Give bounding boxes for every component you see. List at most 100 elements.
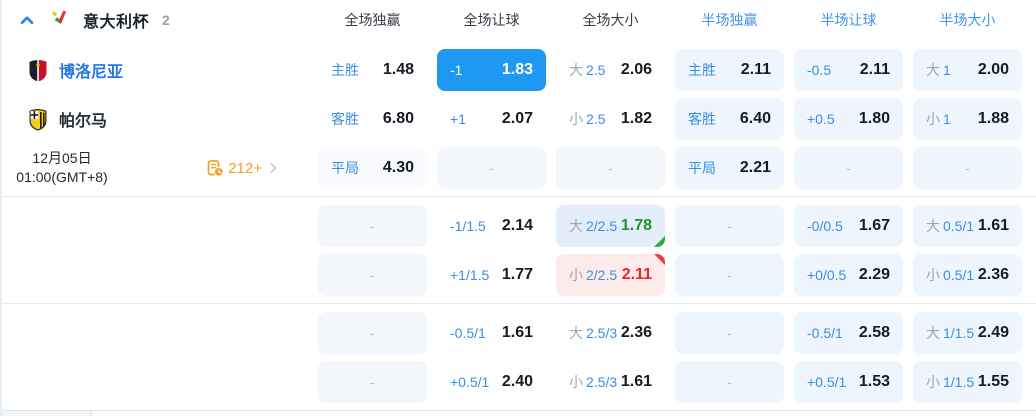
- odds-cell[interactable]: 大 2.5/3 2.36: [556, 312, 665, 354]
- odds-table: 意大利杯 2 全场独赢 全场让球 全场大小 半场独赢 半场让球 半场大小 博洛尼…: [0, 0, 1036, 416]
- odds-cell[interactable]: -0.5/1 1.61: [437, 312, 546, 354]
- odds-cell[interactable]: 大 1 2.00: [913, 49, 1022, 91]
- home-team-name: 博洛尼亚: [59, 64, 124, 81]
- odds-cell[interactable]: +1/1.5 1.77: [437, 254, 546, 296]
- over-under-prefix: 小: [569, 111, 583, 127]
- alt-odds-row: - +1/1.5 1.77 小 2/2.5 2.11- +0/0.5 2.29 小 0.5/1 2.…: [2, 254, 1036, 296]
- odds-cell-empty: -: [675, 312, 784, 354]
- odds-cell[interactable]: -1/1.5 2.14: [437, 205, 546, 247]
- odds-value: 4.30: [382, 159, 414, 176]
- odds-cell[interactable]: +0.5 1.80: [794, 98, 903, 140]
- odds-cell[interactable]: 大 2.5 2.06: [556, 49, 665, 91]
- alt-odds-row: - -0.5/1 1.61 大 2.5/3 2.36- -0.5/1 2.58 大 1/1.5 2.…: [2, 312, 1036, 354]
- odds-label: 平局: [331, 160, 359, 176]
- odds-label: 主胜: [331, 62, 359, 78]
- odds-label: 2/2.5: [586, 267, 618, 283]
- odds-cell[interactable]: 平局 4.30: [318, 147, 427, 189]
- column-header-halftime-handicap: 半场让球: [820, 12, 877, 28]
- odds-cell[interactable]: 小 0.5/1 2.36: [913, 254, 1022, 296]
- match-date: 12月05日: [32, 150, 92, 167]
- home-team-logo-icon: [28, 59, 48, 82]
- odds-value: 2.29: [858, 266, 890, 283]
- odds-value: 1.61: [501, 324, 533, 341]
- odds-value: 2.58: [858, 324, 890, 341]
- odds-cell[interactable]: -0.5 2.11: [794, 49, 903, 91]
- odds-label: 2/2.5: [586, 218, 618, 234]
- odds-label: +0.5/1: [450, 374, 490, 390]
- over-under-prefix: 大: [926, 325, 940, 341]
- odds-value: 1.83: [501, 61, 533, 78]
- over-under-prefix: 大: [926, 218, 940, 234]
- odds-cell[interactable]: 平局 2.21: [675, 147, 784, 189]
- odds-cell[interactable]: -1 1.83: [437, 49, 546, 91]
- odds-label: 1: [943, 111, 951, 127]
- odds-cell-empty: -: [318, 361, 427, 403]
- odds-label: +0.5: [807, 111, 835, 127]
- alt-odds-row: - +0.5/1 2.40 小 2.5/3 1.61- +0.5/1 1.53 小 1/1.5 1.…: [2, 361, 1036, 403]
- odds-label: -0.5/1: [450, 325, 486, 341]
- odds-cell[interactable]: 大 0.5/1 1.61: [913, 205, 1022, 247]
- odds-cell-empty: -: [794, 147, 903, 189]
- odds-cell[interactable]: +0.5/1 1.53: [794, 361, 903, 403]
- away-team[interactable]: 帕尔马: [2, 98, 308, 140]
- row-spacer: [2, 361, 308, 403]
- home-team[interactable]: 博洛尼亚: [2, 49, 308, 91]
- odds-cell[interactable]: 小 1 1.88: [913, 98, 1022, 140]
- odds-value: 6.40: [739, 110, 771, 127]
- next-section-left-cell: [2, 411, 92, 416]
- odds-cell-empty: -: [318, 205, 427, 247]
- odds-value: 2.07: [501, 110, 533, 127]
- league-match-count: 2: [162, 12, 170, 28]
- draw-row: 12月05日 01:00(GMT+8) 212+ 平局 4.30 - - 平局 …: [2, 147, 1036, 189]
- odds-cell[interactable]: +1 2.07: [437, 98, 546, 140]
- odds-cell[interactable]: 客胜 6.80: [318, 98, 427, 140]
- odds-label: -0.5: [807, 62, 832, 78]
- odds-value: 1.80: [858, 110, 890, 127]
- group-divider: [2, 196, 1036, 197]
- odds-cell[interactable]: 客胜 6.40: [675, 98, 784, 140]
- row-spacer: [2, 312, 308, 354]
- over-under-prefix: 小: [926, 111, 940, 127]
- odds-cell[interactable]: 小 2.5 1.82: [556, 98, 665, 140]
- odds-label: 1/1.5: [943, 325, 975, 341]
- odds-cell-empty: -: [675, 254, 784, 296]
- odds-label: 2.5/3: [586, 374, 618, 390]
- home-team-row: 博洛尼亚 主胜 1.48 -1 1.83 大 2.5 2.06 主胜 2.11 -0.5 2.11 大…: [2, 49, 1036, 91]
- over-under-prefix: 小: [569, 267, 583, 283]
- row-spacer: [2, 254, 308, 296]
- odds-value: 1.61: [620, 373, 652, 390]
- odds-cell[interactable]: +0/0.5 2.29: [794, 254, 903, 296]
- collapse-chevron-up-icon[interactable]: [18, 11, 36, 29]
- odds-value: 2.11: [740, 61, 771, 78]
- odds-value: 2.14: [501, 217, 533, 234]
- odds-value: 2.11: [621, 266, 652, 283]
- odds-cell[interactable]: -0/0.5 1.67: [794, 205, 903, 247]
- odds-cell-empty: -: [913, 147, 1022, 189]
- odds-label: 2.5/3: [586, 325, 618, 341]
- odds-cell[interactable]: 大 2/2.5 1.78: [556, 205, 665, 247]
- column-header-halftime-1x2: 半场独赢: [701, 12, 758, 28]
- odds-cell[interactable]: -0.5/1 2.58: [794, 312, 903, 354]
- away-team-logo-icon: [28, 108, 48, 131]
- over-under-prefix: 小: [926, 374, 940, 390]
- odds-label: 2.5: [586, 111, 606, 127]
- odds-cell[interactable]: 小 2/2.5 2.11: [556, 254, 665, 296]
- odds-value: 2.36: [620, 324, 652, 341]
- odds-cell[interactable]: 小 1/1.5 1.55: [913, 361, 1022, 403]
- odds-value: 1.55: [977, 373, 1009, 390]
- odds-cell[interactable]: 大 1/1.5 2.49: [913, 312, 1022, 354]
- table-header: 意大利杯 2 全场独赢 全场让球 全场大小 半场独赢 半场让球 半场大小: [2, 0, 1036, 40]
- odds-value: 6.80: [382, 110, 414, 127]
- odds-cell[interactable]: 小 2.5/3 1.61: [556, 361, 665, 403]
- odds-cell[interactable]: +0.5/1 2.40: [437, 361, 546, 403]
- odds-cell[interactable]: 主胜 1.48: [318, 49, 427, 91]
- odds-label: -0.5/1: [807, 325, 843, 341]
- odds-cell[interactable]: 主胜 2.11: [675, 49, 784, 91]
- odds-label: 客胜: [331, 111, 359, 127]
- odds-value: 1.77: [501, 266, 533, 283]
- away-team-row: 帕尔马 客胜 6.80 +1 2.07 小 2.5 1.82 客胜 6.40 +0.5 1.80 小 1…: [2, 98, 1036, 140]
- odds-value: 2.11: [859, 61, 890, 78]
- more-markets-link[interactable]: 212+: [207, 160, 280, 177]
- odds-cell-empty: -: [675, 361, 784, 403]
- match-datetime: 12月05日 01:00(GMT+8): [6, 149, 118, 187]
